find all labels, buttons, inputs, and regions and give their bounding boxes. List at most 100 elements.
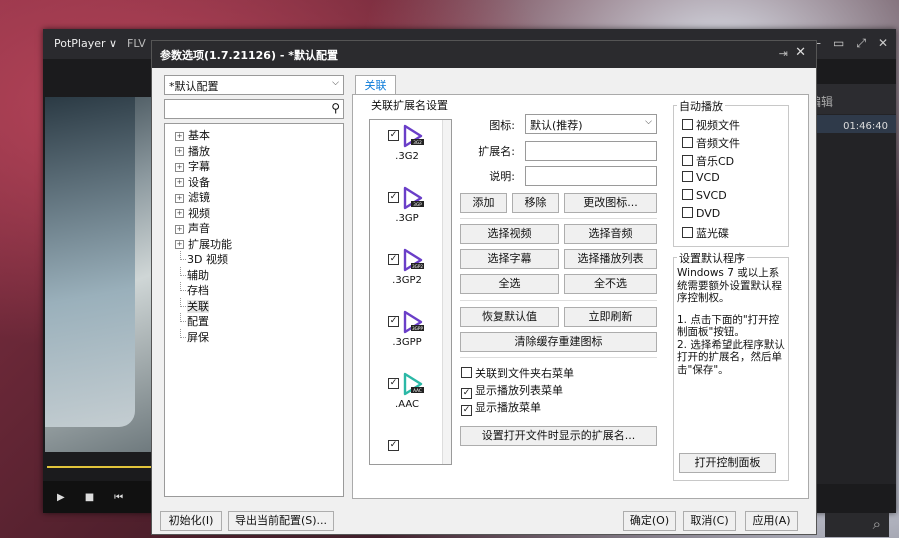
export-config-button[interactable]: 导出当前配置(S)... bbox=[228, 511, 334, 531]
autoplay-checkbox[interactable]: DVD bbox=[682, 207, 720, 220]
add-button[interactable]: 添加 bbox=[460, 193, 507, 213]
expand-icon[interactable]: + bbox=[175, 193, 184, 203]
dialog-close-button[interactable]: ✕ bbox=[795, 45, 806, 60]
select-all-button[interactable]: 全选 bbox=[460, 274, 559, 294]
tree-item[interactable]: + 扩展功能 bbox=[165, 236, 343, 252]
checkbox-box bbox=[682, 189, 693, 200]
extension-item[interactable]: ✓ bbox=[370, 434, 444, 464]
ext-group-title: 关联扩展名设置 bbox=[369, 97, 450, 113]
expand-icon[interactable]: + bbox=[175, 178, 184, 187]
search-icon[interactable]: ⌕ bbox=[825, 513, 889, 537]
refresh-now-button[interactable]: 立即刷新 bbox=[564, 307, 657, 327]
restore-icon[interactable]: ▭ bbox=[833, 36, 844, 51]
autoplay-checkbox[interactable]: VCD bbox=[682, 171, 720, 184]
tree-item[interactable]: + 滤镜 bbox=[165, 189, 343, 205]
tree-item[interactable]: + 播放 bbox=[165, 143, 343, 159]
extension-item[interactable]: ✓ 3GP2 .3GP2 bbox=[370, 248, 444, 292]
settings-tree: + 基本 + 播放 + 字幕 + 设备 + 滤镜 + 视频 + 声音 + 扩展功能 3D 视频 辅助 存档 关联 配置屏… bbox=[164, 123, 344, 497]
autoplay-checkbox[interactable]: SVCD bbox=[682, 189, 727, 202]
extension-checkbox[interactable]: ✓ bbox=[388, 378, 399, 389]
folder-menu-label: 关联到文件夹右菜单 bbox=[475, 367, 574, 380]
play-icon[interactable]: ▶ bbox=[57, 492, 65, 503]
playlist-menu-checkbox[interactable]: ✓ 显示播放列表菜单 bbox=[461, 382, 563, 399]
extension-checkbox[interactable]: ✓ bbox=[388, 440, 399, 451]
tree-item[interactable]: + 设备 bbox=[165, 174, 343, 190]
extension-item[interactable]: ✓ 3G2 .3G2 bbox=[370, 124, 444, 168]
extension-item[interactable]: ✓ AAC .AAC bbox=[370, 372, 444, 416]
autoplay-checkbox[interactable]: 音频文件 bbox=[682, 135, 740, 151]
extension-item[interactable]: ✓ 3GPP .3GPP bbox=[370, 310, 444, 354]
expand-icon[interactable]: + bbox=[175, 224, 184, 234]
extension-checkbox[interactable]: ✓ bbox=[388, 254, 399, 265]
potplayer-menu-button[interactable]: PotPlayer ∨ bbox=[54, 37, 117, 50]
extension-checkbox[interactable]: ✓ bbox=[388, 130, 399, 141]
set-open-extensions-button[interactable]: 设置打开文件时显示的扩展名... bbox=[460, 426, 657, 446]
tree-item[interactable]: + 声音 bbox=[165, 220, 343, 236]
autoplay-checkbox[interactable]: 音乐CD bbox=[682, 153, 734, 169]
restore-defaults-button[interactable]: 恢复默认值 bbox=[460, 307, 559, 327]
select-video-button[interactable]: 选择视频 bbox=[460, 224, 559, 244]
tree-item[interactable]: 3D 视频 bbox=[165, 251, 343, 267]
previous-icon[interactable]: ⏮ bbox=[114, 492, 123, 503]
seek-bar[interactable] bbox=[47, 466, 151, 468]
tree-item-label: 视频 bbox=[188, 206, 210, 220]
tree-item[interactable]: 屏保 bbox=[165, 328, 343, 345]
tree-item[interactable]: + 基本 bbox=[165, 127, 343, 143]
fullscreen-icon[interactable]: ⤢ bbox=[856, 36, 866, 51]
search-icon[interactable]: ⚲ bbox=[331, 101, 340, 115]
file-type-tag: 3GP bbox=[413, 202, 422, 207]
expand-icon[interactable]: + bbox=[175, 162, 184, 172]
extension-checkbox[interactable]: ✓ bbox=[388, 192, 399, 203]
tree-item-label: 屏保 bbox=[187, 330, 209, 344]
remove-button[interactable]: 移除 bbox=[512, 193, 559, 213]
autoplay-checkbox[interactable]: 视频文件 bbox=[682, 117, 740, 133]
profile-select[interactable]: *默认配置 ⌵ bbox=[164, 75, 344, 95]
tree-item-label: 字幕 bbox=[188, 160, 210, 173]
tree-item[interactable]: 辅助 bbox=[165, 266, 343, 283]
cancel-button[interactable]: 取消(C) bbox=[683, 511, 736, 531]
tree-item[interactable]: 存档 bbox=[165, 282, 343, 298]
folder-menu-checkbox[interactable]: 关联到文件夹右菜单 bbox=[461, 365, 574, 381]
init-button[interactable]: 初始化(I) bbox=[160, 511, 222, 531]
expand-icon[interactable]: + bbox=[175, 209, 184, 218]
tree-item-label: 滤镜 bbox=[188, 191, 210, 204]
tree-item[interactable]: 配置 bbox=[165, 313, 343, 329]
autoplay-label: VCD bbox=[696, 171, 720, 184]
file-type-icon: 3G2 bbox=[403, 124, 424, 148]
file-type-tag: 3GPP bbox=[412, 326, 423, 331]
close-icon[interactable]: ✕ bbox=[878, 36, 888, 51]
ok-button[interactable]: 确定(O) bbox=[623, 511, 676, 531]
checkbox-box bbox=[682, 207, 693, 218]
select-audio-button[interactable]: 选择音频 bbox=[564, 224, 657, 244]
open-control-panel-button[interactable]: 打开控制面板 bbox=[679, 453, 776, 473]
tab-association[interactable]: 关联 bbox=[355, 75, 396, 96]
select-none-button[interactable]: 全不选 bbox=[564, 274, 657, 294]
autoplay-checkbox[interactable]: 蓝光碟 bbox=[682, 225, 729, 241]
icon-select[interactable]: 默认(推荐) ⌵ bbox=[525, 114, 657, 134]
expand-icon[interactable]: + bbox=[175, 131, 184, 141]
tree-search-input[interactable]: ⚲ bbox=[164, 99, 344, 119]
tree-item[interactable]: + 视频 bbox=[165, 205, 343, 221]
stop-icon[interactable]: ■ bbox=[85, 492, 94, 503]
extension-name: .3GP bbox=[395, 213, 419, 224]
extension-list[interactable]: ✓ 3G2 .3G2 ✓ 3GP .3GP ✓ 3GP2 .3GP2 ✓ 3GPP .3GPP ✓ AAC… bbox=[369, 119, 452, 465]
select-playlist-button[interactable]: 选择播放列表 bbox=[564, 249, 657, 269]
apply-button[interactable]: 应用(A) bbox=[745, 511, 798, 531]
video-area[interactable] bbox=[45, 97, 151, 452]
file-type-icon: AAC bbox=[403, 372, 424, 396]
select-subtitle-button[interactable]: 选择字幕 bbox=[460, 249, 559, 269]
tree-item-label: 辅助 bbox=[187, 268, 209, 282]
pin-icon[interactable]: ⇥ bbox=[779, 47, 788, 60]
expand-icon[interactable]: + bbox=[175, 240, 184, 249]
extension-checkbox[interactable]: ✓ bbox=[388, 316, 399, 327]
expand-icon[interactable]: + bbox=[175, 147, 184, 156]
play-menu-checkbox[interactable]: ✓ 显示播放菜单 bbox=[461, 399, 541, 416]
extension-field[interactable] bbox=[525, 141, 657, 161]
tree-item[interactable]: + 字幕 bbox=[165, 158, 343, 174]
description-field[interactable] bbox=[525, 166, 657, 186]
change-icon-button[interactable]: 更改图标... bbox=[564, 193, 657, 213]
clear-icon-cache-button[interactable]: 清除缓存重建图标 bbox=[460, 332, 657, 352]
extension-item[interactable]: ✓ 3GP .3GP bbox=[370, 186, 444, 230]
file-type-tag: AAC bbox=[413, 388, 422, 393]
tree-item[interactable]: 关联 bbox=[165, 297, 343, 314]
